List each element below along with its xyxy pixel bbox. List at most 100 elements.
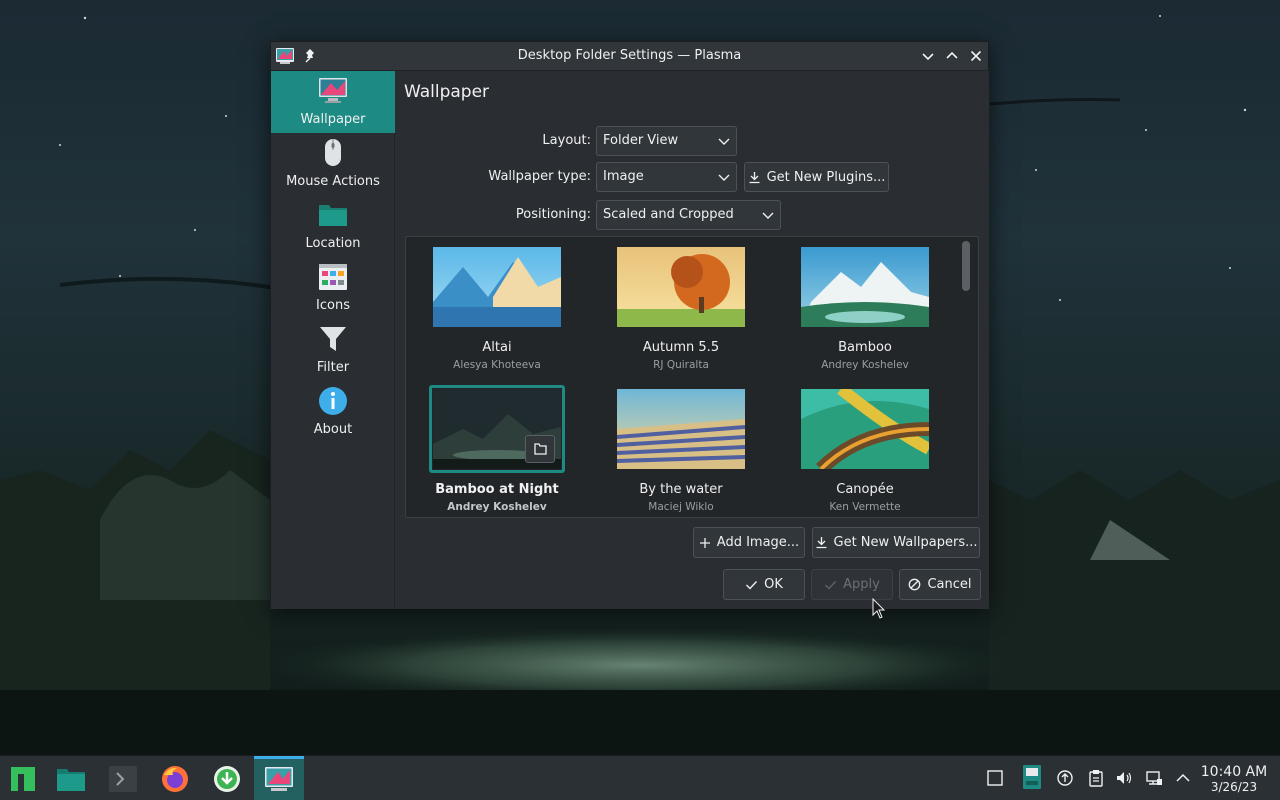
scrollbar-thumb[interactable]	[962, 241, 970, 291]
folder-icon	[317, 199, 349, 231]
download-icon	[749, 171, 760, 183]
folder-open-icon	[534, 443, 547, 455]
plasma-settings-icon[interactable]	[263, 763, 295, 795]
volume-icon[interactable]	[1115, 769, 1133, 787]
get-new-wallpapers-label: Get New Wallpapers...	[833, 535, 978, 550]
close-button[interactable]	[968, 48, 984, 64]
titlebar[interactable]: Desktop Folder Settings — Plasma	[271, 42, 988, 71]
show-desktop-icon[interactable]	[986, 769, 1004, 787]
terminal-icon[interactable]	[107, 763, 139, 795]
monitor-icon	[317, 75, 349, 107]
sidebar-item-label: About	[313, 422, 353, 437]
sidebar-item-mouse-actions[interactable]: Mouse Actions	[271, 133, 395, 195]
wallpaper-author: Andrey Koshelev	[447, 501, 547, 513]
icons-grid-icon	[317, 261, 349, 293]
download-icon	[816, 537, 826, 549]
tray-expand-icon[interactable]	[1174, 769, 1192, 787]
page-title: Wallpaper	[404, 82, 490, 102]
mouse-cursor-icon	[872, 598, 886, 619]
grid-scrollbar[interactable]	[962, 241, 970, 513]
get-new-plugins-label: Get New Plugins...	[766, 169, 886, 185]
sidebar-item-label: Location	[305, 236, 361, 251]
wallpaper-author: RJ Quiralta	[653, 359, 709, 371]
positioning-combo-value: Scaled and Cropped	[603, 207, 734, 222]
wallpaper-name: Bamboo at Night	[435, 482, 559, 497]
sidebar-item-filter[interactable]: Filter	[271, 319, 395, 381]
minimize-button[interactable]	[920, 48, 936, 64]
network-icon[interactable]	[1145, 769, 1163, 787]
wallpaper-name: By the water	[639, 482, 723, 497]
wallpaper-thumbnail	[617, 247, 745, 327]
wallpaper-item[interactable]: By the water Maciej Wiklo	[591, 379, 771, 517]
manjaro-menu-icon[interactable]	[7, 763, 39, 795]
wallpaper-item[interactable]: Autumn 5.5 RJ Quiralta	[591, 237, 771, 377]
active-task-indicator	[254, 756, 304, 759]
positioning-label: Positioning:	[515, 207, 591, 222]
wallpaper-thumbnail	[433, 247, 561, 327]
cancel-icon	[909, 578, 921, 591]
open-folder-button[interactable]	[525, 435, 555, 463]
wallpaper-item[interactable]: Canopée Ken Vermette	[775, 379, 955, 517]
wallpaper-item[interactable]: Bamboo Andrey Koshelev	[775, 237, 955, 377]
download-manager-icon[interactable]	[211, 763, 243, 795]
file-manager-icon[interactable]	[55, 763, 87, 795]
firefox-icon[interactable]	[159, 763, 191, 795]
wallpaper-grid[interactable]: Altai Alesya Khoteeva Autumn 5.5 RJ Quir…	[405, 236, 979, 518]
check-icon	[746, 580, 758, 590]
apply-label: Apply	[843, 577, 880, 592]
maximize-button[interactable]	[944, 48, 960, 64]
sidebar-item-label: Icons	[316, 298, 350, 313]
get-new-wallpapers-button[interactable]: Get New Wallpapers...	[812, 527, 980, 558]
wallpaper-name: Altai	[482, 340, 512, 355]
wallpaper-item[interactable]: Altai Alesya Khoteeva	[407, 237, 587, 377]
wallpaper-name: Canopée	[836, 482, 894, 497]
wallpaper-thumbnail	[617, 389, 745, 469]
vault-icon[interactable]	[1021, 763, 1043, 791]
sidebar-item-label: Mouse Actions	[286, 174, 380, 189]
clipboard-icon[interactable]	[1087, 769, 1105, 787]
wallpaper-type-combo[interactable]: Image	[596, 162, 737, 192]
wallpaper-name: Bamboo	[838, 340, 892, 355]
cancel-label: Cancel	[927, 577, 972, 592]
wallpaper-name: Autumn 5.5	[642, 340, 720, 355]
wallpaper-author: Ken Vermette	[829, 501, 901, 513]
layout-label: Layout:	[542, 133, 591, 148]
positioning-combo[interactable]: Scaled and Cropped	[596, 200, 781, 230]
taskbar	[0, 755, 1280, 800]
cancel-button[interactable]: Cancel	[899, 569, 981, 600]
sidebar-item-about[interactable]: About	[271, 381, 395, 443]
wallpaper-type-combo-value: Image	[603, 169, 644, 184]
chevron-down-icon	[718, 172, 730, 182]
sidebar-item-location[interactable]: Location	[271, 195, 395, 257]
updates-icon[interactable]	[1056, 769, 1074, 787]
ok-button[interactable]: OK	[723, 569, 805, 600]
get-new-plugins-button[interactable]: Get New Plugins...	[744, 162, 889, 192]
add-image-button[interactable]: Add Image...	[693, 527, 805, 558]
add-image-label: Add Image...	[716, 535, 800, 550]
sidebar: Wallpaper Mouse Actions Location Icons F…	[271, 71, 395, 609]
wallpaper-thumbnail	[801, 247, 929, 327]
wallpaper-author: Andrey Koshelev	[821, 359, 909, 371]
wallpaper-author: Alesya Khoteeva	[453, 359, 541, 371]
sidebar-item-icons[interactable]: Icons	[271, 257, 395, 319]
sidebar-item-label: Filter	[316, 360, 350, 375]
mouse-icon	[317, 137, 349, 169]
chevron-down-icon	[718, 136, 730, 146]
info-icon	[317, 385, 349, 417]
apply-button[interactable]: Apply	[811, 569, 893, 600]
wallpaper-type-label: Wallpaper type:	[488, 169, 591, 184]
ok-label: OK	[764, 577, 783, 592]
layout-combo[interactable]: Folder View	[596, 126, 737, 156]
plus-icon	[699, 537, 710, 548]
sidebar-item-wallpaper[interactable]: Wallpaper	[271, 71, 395, 133]
filter-icon	[317, 323, 349, 355]
clock-date[interactable]: 3/26/23	[1196, 780, 1272, 794]
sidebar-item-label: Wallpaper	[300, 112, 366, 127]
layout-combo-value: Folder View	[603, 133, 679, 148]
window-title: Desktop Folder Settings — Plasma	[517, 48, 742, 63]
wallpaper-author: Maciej Wiklo	[648, 501, 714, 513]
chevron-down-icon	[762, 210, 774, 220]
wallpaper-item-selected[interactable]: Bamboo at Night Andrey Koshelev	[407, 379, 587, 517]
wallpaper-thumbnail	[801, 389, 929, 469]
clock-time[interactable]: 10:40 AM	[1196, 764, 1272, 780]
